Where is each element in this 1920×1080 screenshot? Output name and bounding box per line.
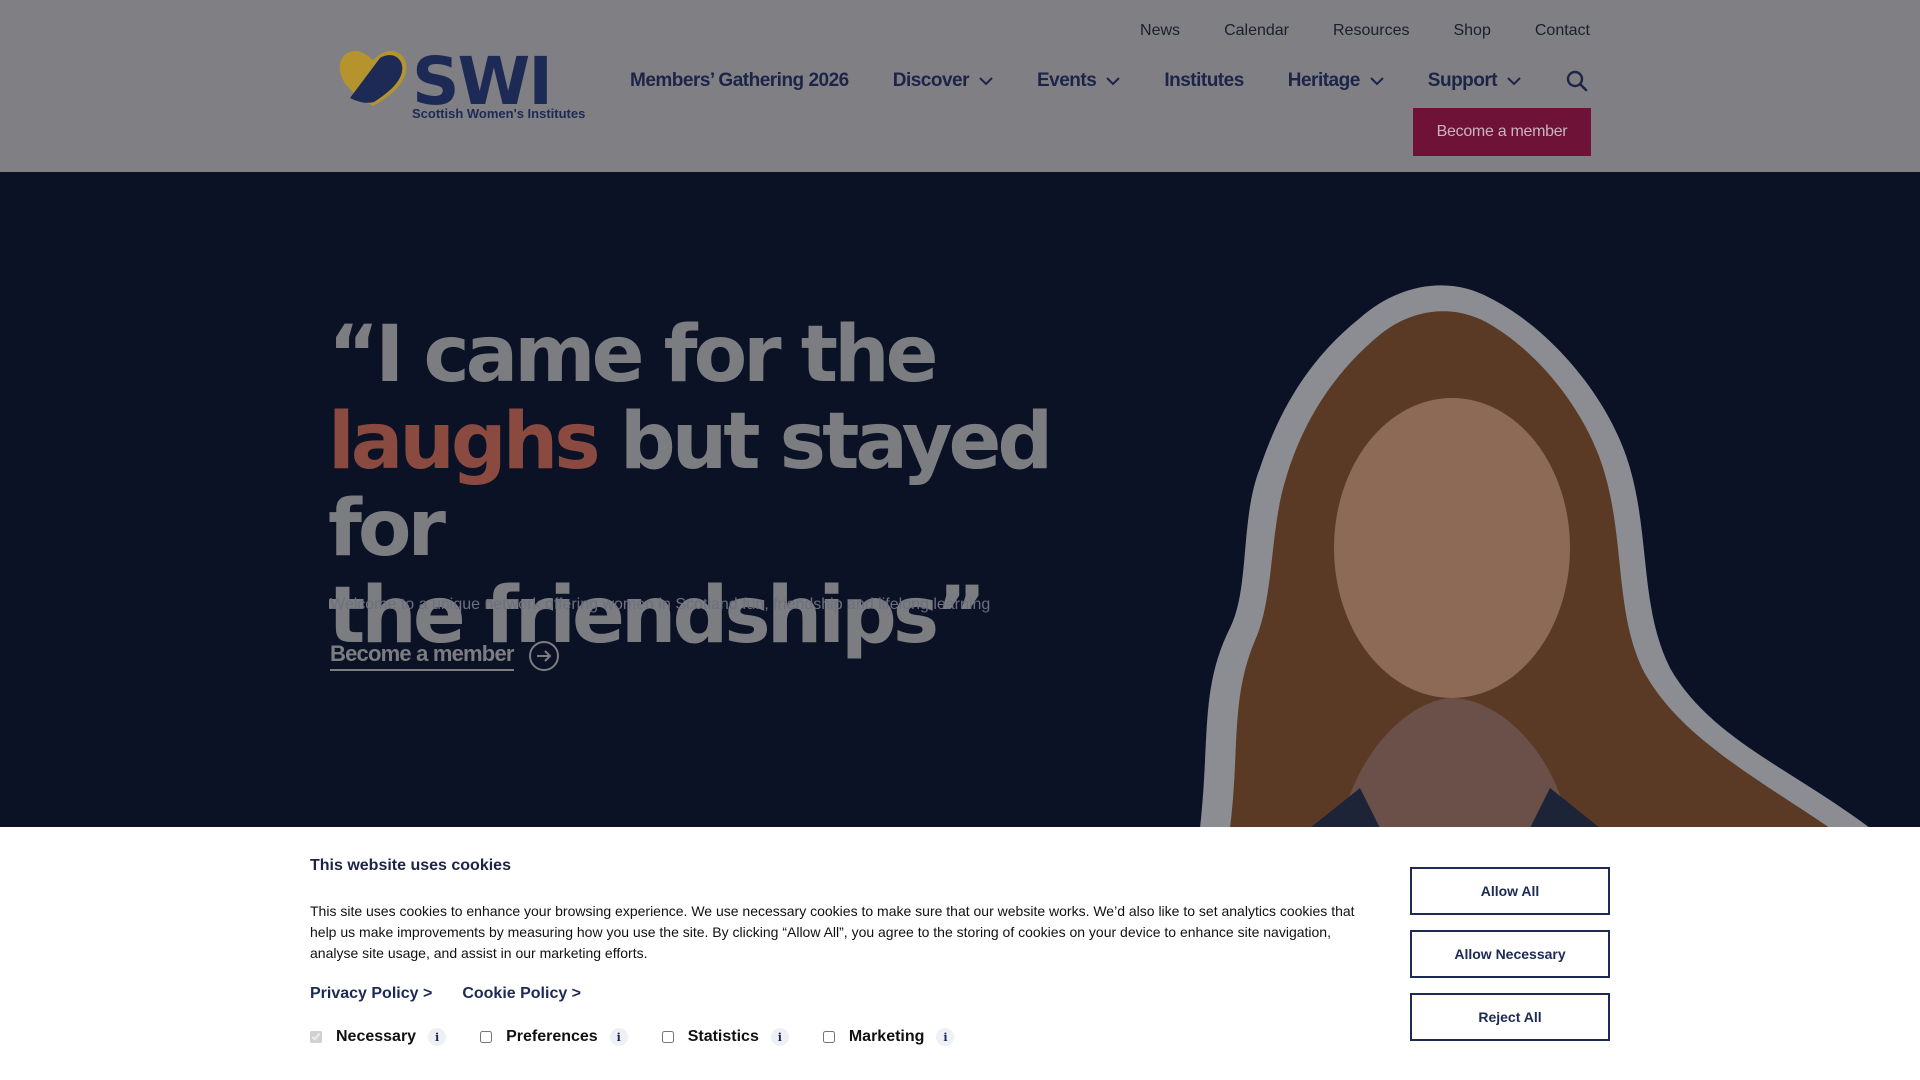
- nav-institutes[interactable]: Institutes: [1164, 70, 1244, 92]
- hero-cta-link[interactable]: Become a member: [330, 640, 560, 672]
- nav-members-gathering[interactable]: Members’ Gathering 2026: [630, 70, 849, 92]
- cookie-policy-links: Privacy Policy > Cookie Policy >: [310, 985, 581, 1003]
- marketing-label: Marketing: [848, 1028, 925, 1045]
- swi-logo[interactable]: SWI Scottish Women's Institutes: [336, 44, 585, 124]
- nav-label: Members’ Gathering 2026: [630, 70, 849, 91]
- become-member-button[interactable]: Become a member: [1413, 108, 1591, 156]
- cookie-description: This site uses cookies to enhance your b…: [310, 903, 1355, 961]
- cookie-title: This website uses cookies: [310, 857, 511, 874]
- nav-support[interactable]: Support: [1428, 70, 1521, 92]
- cookie-option-preferences: Preferences i: [480, 1028, 628, 1046]
- marketing-checkbox[interactable]: [822, 1031, 835, 1043]
- nav-events[interactable]: Events: [1037, 70, 1121, 92]
- info-icon[interactable]: i: [428, 1028, 447, 1046]
- logo-subtitle: Scottish Women's Institutes: [412, 106, 586, 121]
- top-link-contact[interactable]: Contact: [1535, 22, 1590, 40]
- necessary-label: Necessary: [336, 1028, 417, 1045]
- top-link-news[interactable]: News: [1140, 22, 1180, 40]
- arrow-circle-icon: [528, 641, 559, 671]
- nav-heritage[interactable]: Heritage: [1288, 70, 1384, 92]
- cookie-option-necessary: Necessary i: [310, 1028, 447, 1046]
- top-link-resources[interactable]: Resources: [1333, 22, 1409, 40]
- quote-highlight: laughs: [328, 397, 601, 487]
- cookie-option-statistics: Statistics i: [661, 1028, 789, 1046]
- nav-label: Events: [1037, 70, 1097, 91]
- hero-section: “I came for the laughs but stayed for th…: [0, 172, 1920, 827]
- info-icon[interactable]: i: [609, 1028, 628, 1046]
- main-nav: Members’ Gathering 2026 Discover Events …: [630, 70, 1565, 92]
- cookie-preferences: Necessary i Preferences i Statistics i M…: [310, 1028, 988, 1046]
- top-link-shop[interactable]: Shop: [1453, 22, 1490, 40]
- statistics-checkbox[interactable]: [661, 1031, 674, 1043]
- preferences-label: Preferences: [506, 1028, 598, 1045]
- statistics-label: Statistics: [687, 1028, 759, 1045]
- hero-cta-label: Become a member: [330, 641, 514, 671]
- cookie-policy-link[interactable]: Cookie Policy >: [462, 985, 581, 1003]
- preferences-checkbox[interactable]: [480, 1031, 493, 1043]
- top-link-calendar[interactable]: Calendar: [1224, 22, 1289, 40]
- chevron-down-icon: [979, 76, 993, 85]
- nav-discover[interactable]: Discover: [893, 70, 993, 92]
- info-icon[interactable]: i: [770, 1028, 789, 1046]
- member-portrait: [1200, 285, 1869, 827]
- nav-label: Institutes: [1164, 70, 1244, 91]
- allow-all-button[interactable]: Allow All: [1410, 867, 1610, 915]
- cookie-banner: This website uses cookies This site uses…: [0, 827, 1920, 1080]
- chevron-down-icon: [1507, 76, 1521, 85]
- utility-nav: News Calendar Resources Shop Contact: [1140, 22, 1590, 40]
- hero-subtitle: Welcome to a unique network offering wom…: [330, 596, 991, 613]
- quote-line-1: “I came for the: [328, 310, 939, 400]
- nav-label: Heritage: [1287, 70, 1361, 91]
- chevron-down-icon: [1106, 76, 1121, 85]
- privacy-policy-link[interactable]: Privacy Policy >: [310, 985, 432, 1003]
- search-icon[interactable]: [1566, 70, 1588, 92]
- cookie-option-marketing: Marketing i: [822, 1028, 955, 1046]
- nav-label: Discover: [892, 70, 970, 91]
- necessary-checkbox[interactable]: [310, 1031, 322, 1043]
- site-header: SWI Scottish Women's Institutes News Cal…: [0, 0, 1920, 172]
- info-icon[interactable]: i: [936, 1028, 955, 1046]
- nav-label: Support: [1427, 70, 1498, 91]
- reject-all-button[interactable]: Reject All: [1410, 993, 1610, 1041]
- heart-logo-icon: [339, 50, 407, 106]
- chevron-down-icon: [1370, 76, 1384, 85]
- allow-necessary-button[interactable]: Allow Necessary: [1410, 930, 1610, 978]
